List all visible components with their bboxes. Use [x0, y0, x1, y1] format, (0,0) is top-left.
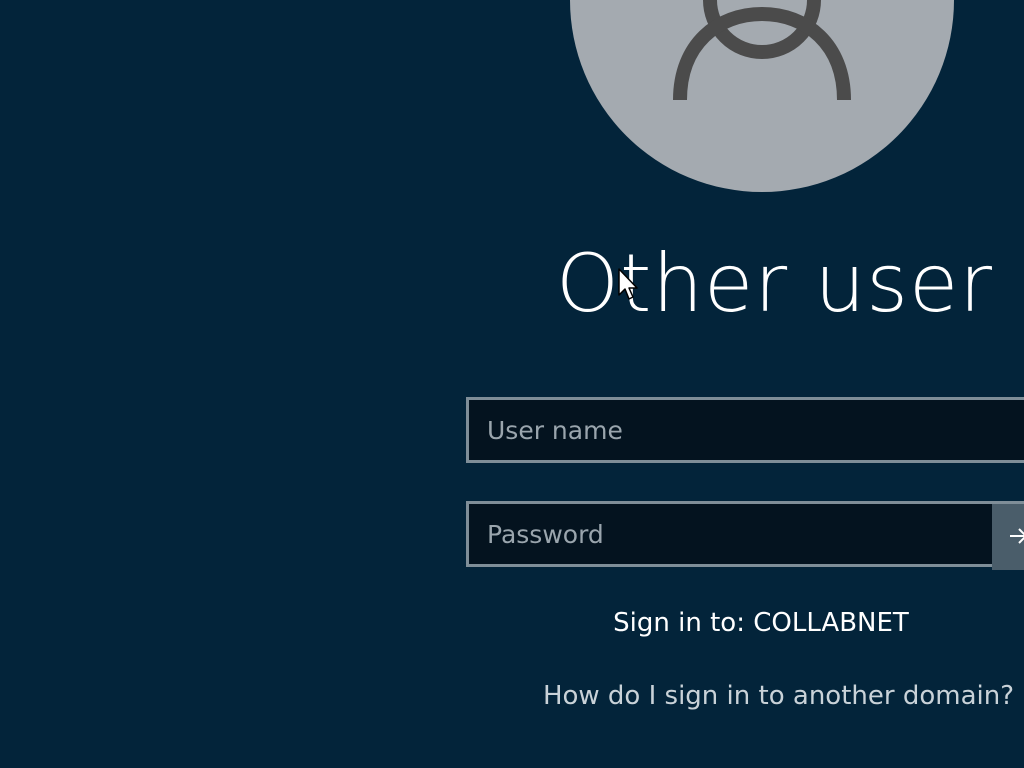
lock-screen: Other user Sign in to: COLLABNET How do …: [0, 0, 1024, 768]
user-silhouette-icon: [673, 0, 851, 101]
other-domain-link[interactable]: How do I sign in to another domain?: [466, 681, 1024, 711]
user-title: Other user: [556, 237, 994, 330]
password-field-wrapper: [466, 501, 1024, 567]
password-input[interactable]: [469, 504, 1024, 564]
user-avatar: [570, 0, 954, 192]
username-field-wrapper: [466, 397, 1024, 463]
username-input[interactable]: [469, 400, 1024, 460]
sign-in-domain-text: Sign in to: COLLABNET: [613, 608, 909, 638]
arrow-right-icon: [1010, 528, 1024, 544]
submit-button[interactable]: [992, 504, 1024, 570]
